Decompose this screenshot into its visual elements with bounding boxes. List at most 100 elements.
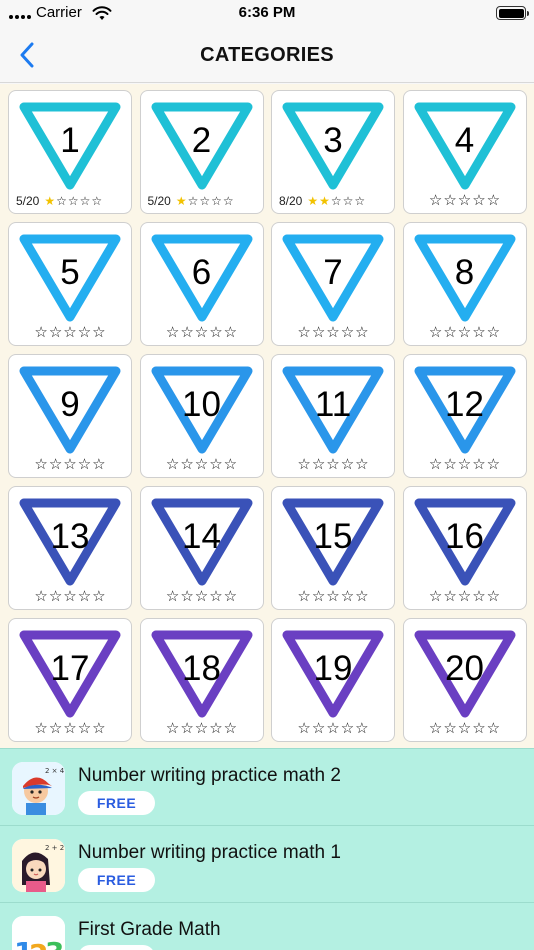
category-tile-14[interactable]: 14 ☆ ☆ ☆ ☆ ☆	[139, 486, 264, 610]
category-number: 14	[182, 517, 221, 556]
category-tile-13[interactable]: 13 ☆ ☆ ☆ ☆ ☆	[8, 486, 132, 610]
category-number: 19	[313, 649, 353, 688]
star-empty-icon: ☆	[457, 456, 472, 473]
star-empty-icon: ☆	[340, 588, 355, 605]
star-rating: ☆ ☆ ☆ ☆ ☆	[429, 193, 500, 208]
svg-text:3: 3	[45, 936, 64, 950]
category-number: 1	[60, 121, 80, 160]
free-button[interactable]: FREE	[78, 791, 155, 815]
category-progress: 5/20 ★ ☆ ☆ ☆ ☆	[9, 194, 131, 208]
category-tile-3[interactable]: 3 8/20 ★ ★ ☆ ☆ ☆	[271, 90, 395, 214]
star-empty-icon: ☆	[355, 324, 369, 341]
star-rating: ☆ ☆ ☆ ☆ ☆	[166, 589, 237, 604]
star-rating: ☆ ☆ ☆ ☆ ☆	[34, 457, 105, 472]
star-filled-icon: ★	[319, 194, 330, 208]
category-tile-16[interactable]: 16 ☆ ☆ ☆ ☆ ☆	[402, 486, 527, 610]
star-empty-icon: ☆	[472, 720, 486, 737]
star-rating: ☆ ☆ ☆ ☆ ☆	[429, 589, 500, 604]
star-filled-icon: ★	[307, 194, 319, 208]
star-empty-icon: ☆	[443, 192, 457, 209]
star-empty-icon: ☆	[330, 194, 342, 208]
svg-text:2 + 2: 2 + 2	[45, 844, 64, 852]
category-tile-8[interactable]: 8 ☆ ☆ ☆ ☆ ☆	[402, 222, 527, 346]
star-empty-icon: ☆	[222, 194, 234, 208]
category-tile-4[interactable]: 4 ☆ ☆ ☆ ☆ ☆	[402, 90, 527, 214]
category-number: 4	[454, 121, 475, 160]
category-progress: ☆ ☆ ☆ ☆ ☆	[404, 589, 526, 604]
clock: 6:36 PM	[238, 4, 296, 21]
category-tile-19[interactable]: 19 ☆ ☆ ☆ ☆ ☆	[271, 618, 395, 742]
star-empty-icon: ☆	[194, 324, 209, 341]
star-empty-icon: ☆	[486, 456, 501, 473]
category-tile-7[interactable]: 7 ☆ ☆ ☆ ☆ ☆	[271, 222, 395, 346]
category-tile-20[interactable]: 20 ☆ ☆ ☆ ☆ ☆	[402, 618, 527, 742]
star-empty-icon: ☆	[297, 456, 311, 473]
star-empty-icon: ☆	[472, 324, 486, 341]
free-button[interactable]: FREE	[78, 868, 155, 892]
category-progress: ☆ ☆ ☆ ☆ ☆	[9, 589, 131, 604]
star-empty-icon: ☆	[486, 588, 501, 605]
star-empty-icon: ☆	[91, 194, 103, 208]
category-tile-1[interactable]: 1 5/20 ★ ☆ ☆ ☆ ☆	[8, 90, 132, 214]
category-tile-11[interactable]: 11 ☆ ☆ ☆ ☆ ☆	[271, 354, 395, 478]
category-number: 8	[454, 253, 475, 292]
status-bar: Carrier 6:36 PM	[0, 0, 534, 28]
star-empty-icon: ☆	[34, 720, 48, 737]
star-empty-icon: ☆	[457, 720, 472, 737]
star-empty-icon: ☆	[223, 456, 238, 473]
app-promo-row[interactable]: 123 First Grade Math FREE	[0, 902, 534, 950]
app-promo-row[interactable]: 2 × 4 Number writing practice math 2 FREE	[0, 748, 534, 825]
star-empty-icon: ☆	[443, 720, 457, 737]
star-empty-icon: ☆	[48, 720, 63, 737]
category-number: 2	[191, 121, 212, 160]
star-empty-icon: ☆	[34, 588, 48, 605]
category-tile-9[interactable]: 9 ☆ ☆ ☆ ☆ ☆	[8, 354, 132, 478]
page-title: CATEGORIES	[200, 44, 334, 66]
app-promo-row[interactable]: 2 + 2 Number writing practice math 1 FREE	[0, 825, 534, 902]
star-rating: ☆ ☆ ☆ ☆ ☆	[297, 589, 368, 604]
category-tile-5[interactable]: 5 ☆ ☆ ☆ ☆ ☆	[8, 222, 132, 346]
score-label: 5/20	[16, 194, 40, 208]
star-empty-icon: ☆	[77, 588, 92, 605]
category-tile-12[interactable]: 12 ☆ ☆ ☆ ☆ ☆	[402, 354, 527, 478]
score-label: 5/20	[147, 194, 171, 208]
category-tile-2[interactable]: 2 5/20 ★ ☆ ☆ ☆ ☆	[139, 90, 264, 214]
star-empty-icon: ☆	[297, 324, 311, 341]
star-empty-icon: ☆	[428, 324, 443, 341]
category-tile-6[interactable]: 6 ☆ ☆ ☆ ☆ ☆	[139, 222, 264, 346]
star-empty-icon: ☆	[486, 192, 501, 209]
category-tile-15[interactable]: 15 ☆ ☆ ☆ ☆ ☆	[271, 486, 395, 610]
star-filled-icon: ★	[44, 194, 56, 208]
free-button[interactable]: FREE	[78, 945, 155, 950]
category-progress: ☆ ☆ ☆ ☆ ☆	[272, 457, 394, 472]
category-number: 20	[445, 649, 484, 688]
star-empty-icon: ☆	[223, 324, 238, 341]
star-empty-icon: ☆	[472, 456, 486, 473]
star-empty-icon: ☆	[326, 324, 340, 341]
star-empty-icon: ☆	[211, 194, 222, 208]
category-tile-10[interactable]: 10 ☆ ☆ ☆ ☆ ☆	[139, 354, 264, 478]
star-rating: ☆ ☆ ☆ ☆ ☆	[166, 325, 237, 340]
category-tile-17[interactable]: 17 ☆ ☆ ☆ ☆ ☆	[8, 618, 132, 742]
star-rating: ☆ ☆ ☆ ☆ ☆	[429, 457, 500, 472]
star-empty-icon: ☆	[48, 456, 63, 473]
star-empty-icon: ☆	[63, 588, 77, 605]
star-empty-icon: ☆	[194, 588, 209, 605]
star-rating: ★ ★ ☆ ☆ ☆	[307, 195, 365, 207]
battery-icon	[496, 6, 529, 20]
category-tile-18[interactable]: 18 ☆ ☆ ☆ ☆ ☆	[139, 618, 264, 742]
category-number: 6	[191, 253, 212, 292]
category-progress: ☆ ☆ ☆ ☆ ☆	[9, 721, 131, 736]
star-empty-icon: ☆	[340, 720, 355, 737]
navigation-bar: CATEGORIES	[0, 28, 534, 83]
star-empty-icon: ☆	[92, 720, 106, 737]
category-progress: ☆ ☆ ☆ ☆ ☆	[9, 325, 131, 340]
star-empty-icon: ☆	[199, 194, 211, 208]
star-rating: ☆ ☆ ☆ ☆ ☆	[297, 457, 368, 472]
category-number: 3	[323, 121, 343, 160]
star-empty-icon: ☆	[311, 720, 326, 737]
star-rating: ☆ ☆ ☆ ☆ ☆	[166, 721, 237, 736]
star-empty-icon: ☆	[194, 720, 209, 737]
star-empty-icon: ☆	[340, 456, 355, 473]
category-progress: ☆ ☆ ☆ ☆ ☆	[272, 589, 394, 604]
